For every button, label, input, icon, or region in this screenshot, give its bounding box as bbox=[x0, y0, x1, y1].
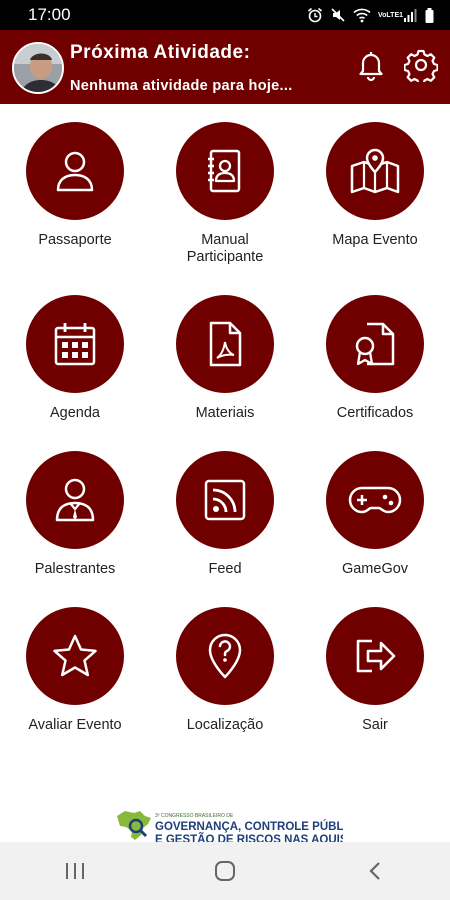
menu-grid: Passaporte Manual Participante Mapa Even… bbox=[0, 104, 450, 804]
menu-item-label: Manual Participante bbox=[186, 232, 264, 265]
status-icons: VoLTE1 bbox=[307, 7, 434, 23]
menu-item-label: Passaporte bbox=[38, 232, 112, 248]
alarm-icon bbox=[307, 7, 323, 23]
logo-line-1: GOVERNANÇA, CONTROLE PÚBLICO bbox=[155, 821, 343, 833]
status-time: 17:00 bbox=[28, 5, 71, 24]
menu-item-label: Palestrantes bbox=[34, 561, 116, 577]
menu-item-label: Certificados bbox=[336, 405, 414, 421]
gear-icon bbox=[403, 49, 439, 86]
exit-icon bbox=[356, 639, 396, 673]
brazil-map-logo-icon bbox=[117, 811, 151, 840]
home-icon bbox=[215, 861, 235, 881]
mute-icon bbox=[331, 8, 345, 22]
header-subtitle: Nenhuma atividade para hoje... bbox=[70, 78, 293, 94]
map-icon bbox=[350, 148, 400, 194]
menu-item-label: Localização bbox=[186, 717, 264, 733]
menu-item-label: Materiais bbox=[195, 405, 255, 421]
menu-item-label: Sair bbox=[362, 717, 388, 733]
menu-item-circle bbox=[326, 451, 424, 549]
menu-item-circle bbox=[26, 122, 124, 220]
menu-item-circle bbox=[326, 607, 424, 705]
system-nav-bar bbox=[0, 842, 450, 900]
status-bar: 17:00 VoLTE1 bbox=[0, 0, 450, 30]
star-icon bbox=[53, 634, 97, 677]
logo-small-text: 3º CONGRESSO BRASILEIRO DE bbox=[155, 813, 234, 819]
calendar-icon bbox=[54, 323, 96, 366]
signal-icon bbox=[404, 9, 417, 22]
header: Próxima Atividade: Nenhuma atividade par… bbox=[0, 30, 450, 104]
back-icon bbox=[369, 862, 380, 880]
header-title: Próxima Atividade: bbox=[70, 42, 251, 63]
menu-item-label: GameGov bbox=[341, 561, 409, 577]
menu-item-label: Agenda bbox=[50, 405, 100, 421]
menu-item-circle bbox=[26, 295, 124, 393]
menu-item-circle bbox=[326, 122, 424, 220]
event-logo: 3º CONGRESSO BRASILEIRO DE GOVERNANÇA, C… bbox=[113, 808, 343, 844]
volte-lte-icon: VoLTE1 bbox=[378, 11, 404, 19]
menu-item-circle bbox=[326, 295, 424, 393]
menu-item-circle bbox=[176, 122, 274, 220]
menu-item-circle bbox=[176, 451, 274, 549]
menu-item-label: Avaliar Evento bbox=[28, 717, 122, 733]
address-book-icon bbox=[208, 149, 241, 193]
menu-item-label: Mapa Evento bbox=[332, 232, 418, 248]
wifi-icon bbox=[353, 8, 371, 23]
gamepad-icon bbox=[348, 486, 402, 514]
pdf-file-icon bbox=[209, 321, 242, 367]
battery-icon bbox=[425, 7, 434, 23]
back-button[interactable] bbox=[345, 851, 405, 891]
menu-item-circle bbox=[26, 451, 124, 549]
recent-apps-button[interactable] bbox=[45, 851, 105, 891]
location-question-icon bbox=[208, 633, 242, 679]
menu-item-label: Feed bbox=[208, 561, 242, 577]
settings-button[interactable] bbox=[403, 48, 439, 86]
avatar-photo-icon bbox=[14, 44, 62, 92]
recent-apps-icon bbox=[66, 863, 84, 879]
home-button[interactable] bbox=[195, 851, 255, 891]
certificate-icon bbox=[355, 322, 395, 366]
notifications-button[interactable] bbox=[354, 48, 388, 82]
menu-item-circle bbox=[176, 295, 274, 393]
bell-icon bbox=[359, 52, 383, 82]
menu-item-circle bbox=[176, 607, 274, 705]
menu-item-circle bbox=[26, 607, 124, 705]
avatar[interactable] bbox=[12, 42, 64, 94]
rss-icon bbox=[204, 479, 246, 521]
user-icon bbox=[56, 151, 94, 192]
speaker-icon bbox=[55, 478, 95, 522]
